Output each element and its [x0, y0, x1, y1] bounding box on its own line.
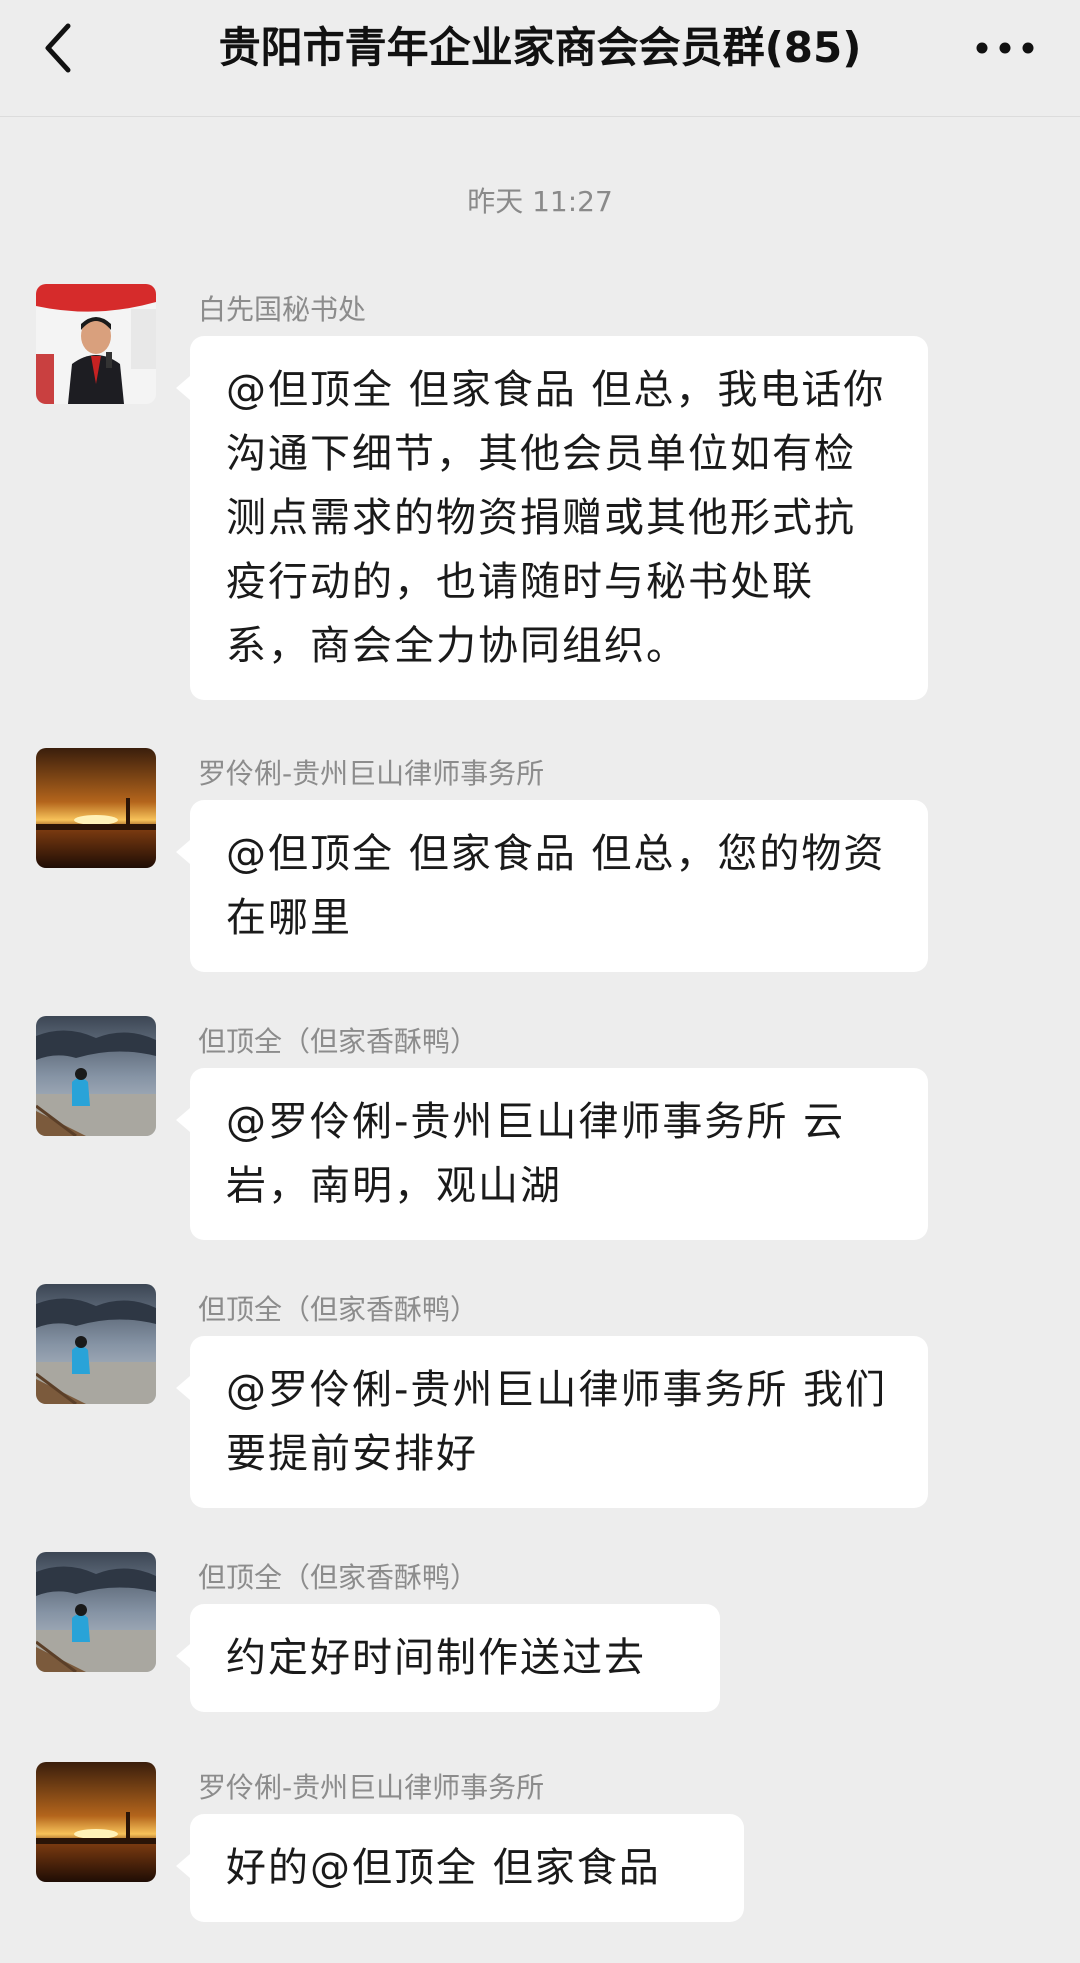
- more-dots-icon: [976, 42, 1034, 54]
- avatar-beach-photo: [36, 1284, 156, 1404]
- message-bubble[interactable]: @罗伶俐-贵州巨山律师事务所 云岩，南明，观山湖: [176, 1068, 928, 1240]
- message-bubble[interactable]: @但顶全 但家食品 但总，我电话你沟通下细节，其他会员单位如有检测点需求的物资捐…: [176, 336, 928, 700]
- avatar[interactable]: [36, 284, 156, 404]
- avatar-speaker-photo: [36, 284, 156, 404]
- back-button[interactable]: [30, 18, 90, 78]
- avatar-beach-photo: [36, 1016, 156, 1136]
- message-bubble[interactable]: 好的@但顶全 但家食品: [176, 1814, 744, 1922]
- message-bubble[interactable]: 约定好时间制作送过去: [176, 1604, 720, 1712]
- avatar[interactable]: [36, 1552, 156, 1672]
- avatar-sunset-photo: [36, 1762, 156, 1882]
- chevron-left-icon: [45, 23, 71, 73]
- chat-title: 贵阳市青年企业家商会会员群(85): [218, 23, 862, 72]
- avatar-sunset-photo: [36, 748, 156, 868]
- chat-header: 贵阳市青年企业家商会会员群(85): [0, 0, 1080, 117]
- avatar[interactable]: [36, 1284, 156, 1404]
- chat-timestamp: 昨天 11:27: [467, 185, 613, 218]
- sender-name: 但顶全（但家香酥鸭）: [198, 1293, 479, 1326]
- message-bubble[interactable]: @但顶全 但家食品 但总，您的物资在哪里: [176, 800, 928, 972]
- avatar[interactable]: [36, 1016, 156, 1136]
- sender-name: 罗伶俐-贵州巨山律师事务所: [198, 1771, 545, 1804]
- more-button[interactable]: [970, 28, 1040, 68]
- sender-name: 但顶全（但家香酥鸭）: [198, 1025, 479, 1058]
- sender-name: 白先国秘书处: [198, 293, 367, 326]
- message-bubble[interactable]: @罗伶俐-贵州巨山律师事务所 我们要提前安排好: [176, 1336, 928, 1508]
- avatar[interactable]: [36, 748, 156, 868]
- avatar-beach-photo: [36, 1552, 156, 1672]
- sender-name: 但顶全（但家香酥鸭）: [198, 1561, 479, 1594]
- avatar[interactable]: [36, 1762, 156, 1882]
- sender-name: 罗伶俐-贵州巨山律师事务所: [198, 757, 545, 790]
